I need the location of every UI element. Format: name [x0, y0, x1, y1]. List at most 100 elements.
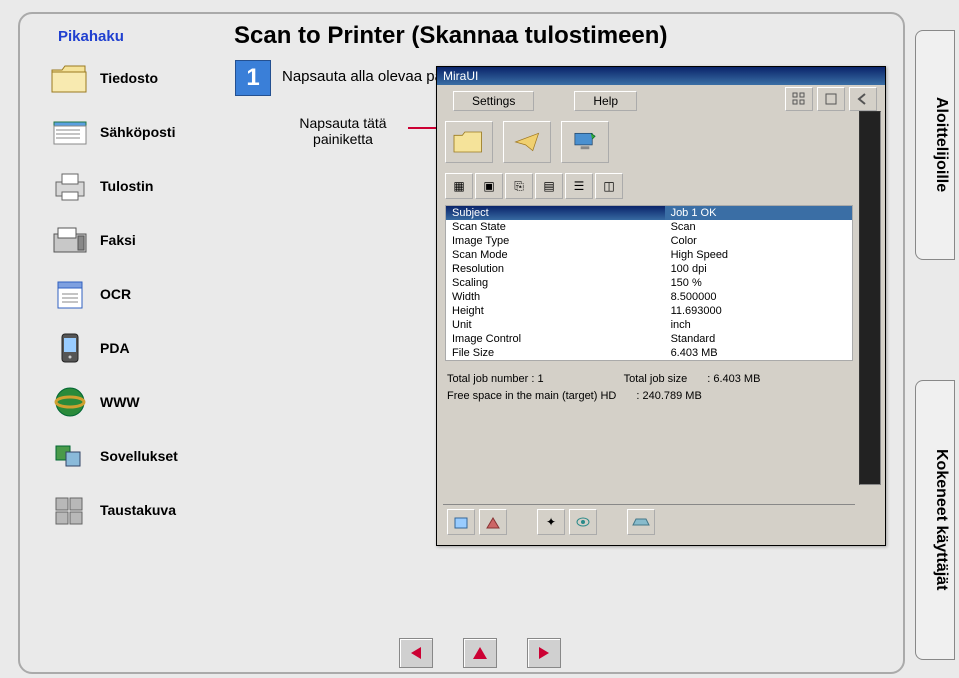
sidebar-item-label: Sähköposti [100, 124, 175, 140]
table-cell: 11.693000 [665, 304, 853, 318]
table-row: Scan StateScan [446, 220, 853, 234]
table-cell: Subject [446, 206, 665, 221]
table-cell: 150 % [665, 276, 853, 290]
table-cell: Standard [665, 332, 853, 346]
sidebar-item-sahkoposti[interactable]: Sähköposti [50, 114, 220, 150]
menubar: Settings Help [445, 87, 645, 115]
sidebar-item-label: PDA [100, 340, 130, 356]
table-row: Unitinch [446, 318, 853, 332]
bottom-tool-2-icon[interactable] [479, 509, 507, 535]
tab-aloittelijoille[interactable]: Aloittelijoille [915, 30, 955, 260]
table-cell: Scan [665, 220, 853, 234]
printer-icon [50, 168, 90, 204]
sidebar-item-www[interactable]: WWW [50, 384, 220, 420]
sidebar-item-taustakuva[interactable]: Taustakuva [50, 492, 220, 528]
email-icon [50, 114, 90, 150]
table-cell: 100 dpi [665, 262, 853, 276]
table-cell: 8.500000 [665, 290, 853, 304]
table-row: Scan ModeHigh Speed [446, 248, 853, 262]
wand-icon[interactable]: ✦ [537, 509, 565, 535]
table-row: Width8.500000 [446, 290, 853, 304]
page-title: Scan to Printer (Skannaa tulostimeen) [234, 22, 667, 50]
help-button[interactable]: Help [574, 91, 637, 111]
notepad-icon [50, 276, 90, 312]
tool-3-icon[interactable]: ⎘ [505, 173, 533, 199]
table-row: Resolution100 dpi [446, 262, 853, 276]
table-cell: inch [665, 318, 853, 332]
sidebar-item-label: OCR [100, 286, 131, 302]
send-button[interactable] [503, 121, 551, 163]
table-row: SubjectJob 1 OK [446, 206, 853, 221]
pikahaku-heading: Pikahaku [58, 28, 124, 45]
sidebar-item-label: WWW [100, 394, 140, 410]
tool-5-icon[interactable]: ☰ [565, 173, 593, 199]
status-jobsize-label: Total job size [624, 371, 688, 388]
tool-4-icon[interactable]: ▤ [535, 173, 563, 199]
sidebar-item-faksi[interactable]: Faksi [50, 222, 220, 258]
sidebar-item-label: Faksi [100, 232, 136, 248]
sidebar-item-sovellukset[interactable]: Sovellukset [50, 438, 220, 474]
window-title: MiraUI [443, 69, 879, 83]
sidebar-item-tiedosto[interactable]: Tiedosto [50, 60, 220, 96]
bottom-toolbar: ✦ [443, 504, 855, 539]
tool-1-icon[interactable]: ▦ [445, 173, 473, 199]
fullscreen-icon[interactable] [817, 87, 845, 111]
sidebar-item-pda[interactable]: PDA [50, 330, 220, 366]
grid-icon[interactable] [785, 87, 813, 111]
sidebar-item-label: Tiedosto [100, 70, 158, 86]
table-row: Height11.693000 [446, 304, 853, 318]
wallpaper-icon [50, 492, 90, 528]
status-jobsize-val: : 6.403 MB [707, 371, 760, 388]
sidebar-item-label: Sovellukset [100, 448, 178, 464]
table-cell: Height [446, 304, 665, 318]
folder-icon [50, 60, 90, 96]
pda-icon [50, 330, 90, 366]
preview-panel [859, 111, 881, 485]
table-cell: Resolution [446, 262, 665, 276]
table-cell: Unit [446, 318, 665, 332]
bottom-tool-1-icon[interactable] [447, 509, 475, 535]
nav-prev-button[interactable] [399, 638, 433, 668]
sidebar: Tiedosto Sähköposti Tulostin Faksi OCR P… [50, 60, 220, 546]
app-window: MiraUI Settings Help ▦ ▣ ⎘ ▤ ☰ ◫ Subject… [436, 66, 886, 546]
scan-info-table: SubjectJob 1 OKScan StateScanImage TypeC… [445, 205, 853, 361]
monitor-button[interactable] [561, 121, 609, 163]
callout-label: Napsauta tätä painiketta [278, 115, 408, 147]
table-cell: Image Control [446, 332, 665, 346]
prev-icon[interactable] [849, 87, 877, 111]
table-cell: 6.403 MB [665, 346, 853, 361]
table-cell: File Size [446, 346, 665, 361]
tool-6-icon[interactable]: ◫ [595, 173, 623, 199]
nav-next-button[interactable] [527, 638, 561, 668]
step-number-badge: 1 [235, 60, 271, 96]
table-cell: Color [665, 234, 853, 248]
sidebar-item-label: Taustakuva [100, 502, 176, 518]
scanner-icon[interactable] [627, 509, 655, 535]
status-jobnum: Total job number : 1 [447, 371, 544, 388]
fax-icon [50, 222, 90, 258]
nav-up-button[interactable] [463, 638, 497, 668]
settings-button[interactable]: Settings [453, 91, 534, 111]
table-row: Image ControlStandard [446, 332, 853, 346]
sidebar-item-label: Tulostin [100, 178, 153, 194]
tool-2-icon[interactable]: ▣ [475, 173, 503, 199]
status-area: Total job number : 1 Total job size : 6.… [437, 365, 885, 410]
table-cell: Scan Mode [446, 248, 665, 262]
table-cell: Scan State [446, 220, 665, 234]
table-row: Scaling150 % [446, 276, 853, 290]
table-cell: Scaling [446, 276, 665, 290]
table-cell: Width [446, 290, 665, 304]
table-row: File Size6.403 MB [446, 346, 853, 361]
table-cell: High Speed [665, 248, 853, 262]
status-freespace-val: : 240.789 MB [636, 388, 701, 405]
table-cell: Image Type [446, 234, 665, 248]
folder-button[interactable] [445, 121, 493, 163]
globe-icon [50, 384, 90, 420]
eye-icon[interactable] [569, 509, 597, 535]
tab-kokeneet[interactable]: Kokeneet käyttäjät [915, 380, 955, 660]
sidebar-item-ocr[interactable]: OCR [50, 276, 220, 312]
window-titlebar: MiraUI [437, 67, 885, 85]
page-nav [399, 638, 561, 668]
table-cell: Job 1 OK [665, 206, 853, 221]
sidebar-item-tulostin[interactable]: Tulostin [50, 168, 220, 204]
